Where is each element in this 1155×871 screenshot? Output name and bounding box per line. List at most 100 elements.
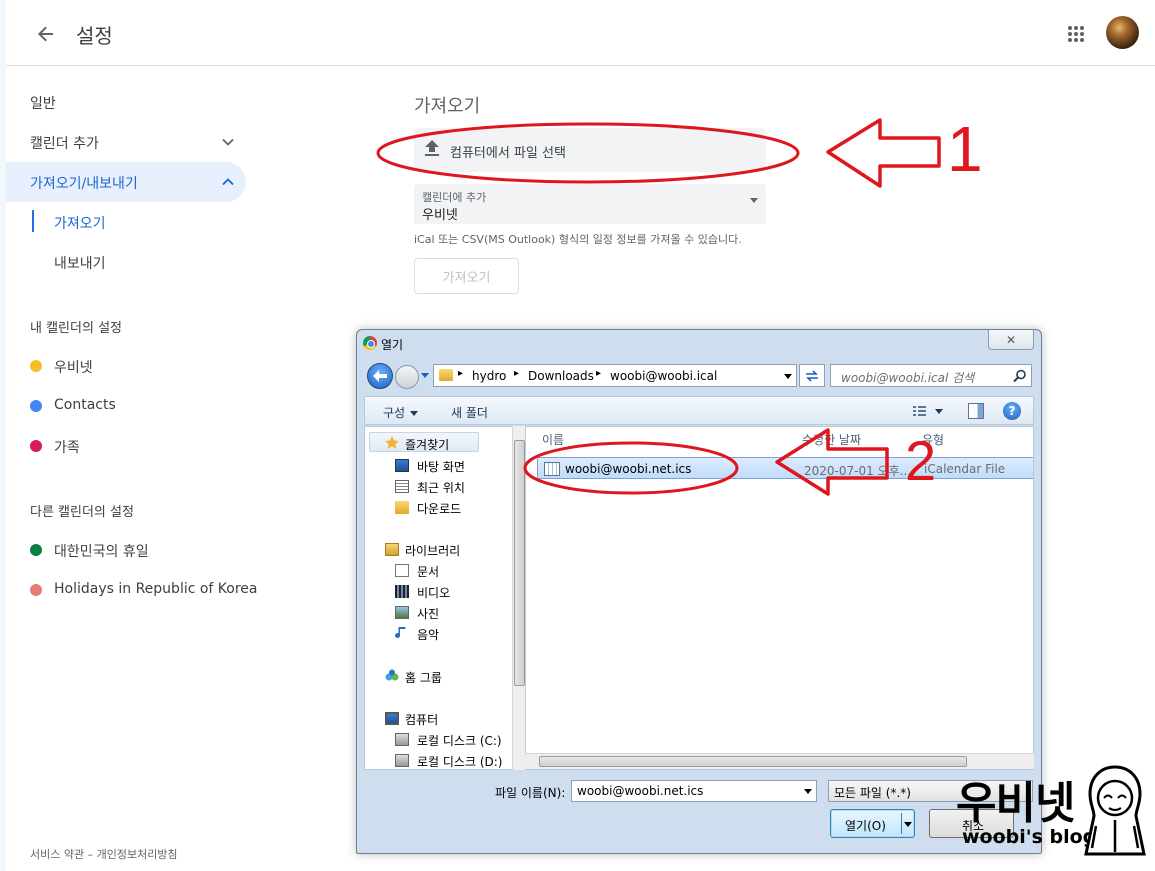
other-calendars-heading: 다른 캘린더의 설정: [30, 505, 134, 520]
refresh-arrows-icon: [806, 369, 818, 382]
address-dropdown-icon[interactable]: [784, 374, 792, 379]
sidebar-calendar-family[interactable]: 가족: [54, 437, 80, 457]
open-file-dialog: 열기 ✕ ▸ hydro ▸ Downloads ▸ woobi@woobi.i…: [356, 329, 1042, 854]
tree-drive-c[interactable]: 로컬 디스크 (C:): [417, 732, 502, 749]
view-options-icon[interactable]: [911, 403, 945, 419]
nav-scrollbar-thumb[interactable]: [514, 440, 525, 686]
sidebar-calendar-woobinet[interactable]: 우비넷: [54, 357, 93, 377]
breadcrumb-hydro[interactable]: hydro: [472, 369, 506, 383]
chevron-down-icon[interactable]: [904, 822, 912, 827]
file-name: woobi@woobi.net.ics: [565, 462, 692, 476]
add-to-calendar-label: 캘린더에 추가: [422, 191, 487, 204]
upload-icon: [425, 140, 439, 156]
organize-label: 구성: [383, 406, 406, 420]
open-button-label: 열기(O): [845, 819, 886, 833]
sidebar-subitem-export[interactable]: 내보내기: [54, 253, 106, 273]
active-subitem-indicator: [32, 210, 34, 232]
open-button[interactable]: 열기(O): [830, 809, 915, 838]
sidebar-item-general[interactable]: 일반: [30, 93, 56, 113]
file-type: iCalendar File: [924, 462, 1006, 476]
file-date: 2020-07-01 오후...: [804, 464, 912, 478]
add-to-calendar-select[interactable]: 캘린더에 추가 우비넷: [414, 184, 766, 224]
chrome-icon: [363, 336, 377, 350]
avatar[interactable]: [1106, 16, 1139, 49]
sidebar-calendar-contacts[interactable]: Contacts: [54, 397, 116, 413]
left-edge-strip: [0, 0, 6, 871]
file-row[interactable]: woobi@woobi.net.ics 2020-07-01 오후... iCa…: [537, 457, 1033, 479]
select-file-button[interactable]: 컴퓨터에서 파일 선택: [414, 128, 766, 172]
back-arrow-icon[interactable]: [30, 18, 62, 50]
tree-music[interactable]: 음악: [417, 626, 439, 643]
music-icon: [395, 627, 406, 638]
apps-grid-icon[interactable]: [1064, 22, 1088, 46]
tree-homegroup[interactable]: 홈 그룹: [405, 669, 442, 686]
back-arrow-icon: [373, 370, 387, 382]
sidebar-calendar-holidays-en[interactable]: Holidays in Republic of Korea: [54, 581, 258, 597]
tree-videos[interactable]: 비디오: [417, 584, 450, 601]
watermark-title: 우비넷: [956, 778, 1075, 829]
tree-pictures[interactable]: 사진: [417, 605, 439, 622]
annotation-number-2: 2: [905, 429, 937, 492]
dialog-title: 열기: [381, 338, 404, 352]
file-list-scrollbar-thumb[interactable]: [539, 756, 967, 767]
nav-scrollbar[interactable]: [512, 426, 526, 770]
new-folder-button[interactable]: 새 폴더: [451, 404, 488, 421]
filename-label: 파일 이름(N):: [495, 786, 566, 800]
downloads-folder-icon: [395, 501, 409, 514]
filename-dropdown-icon[interactable]: [804, 789, 812, 794]
page-title: 설정: [76, 24, 113, 48]
recent-places-icon: [395, 480, 409, 493]
filename-value: woobi@woobi.net.ics: [577, 784, 704, 798]
drive-c-icon: [395, 733, 409, 746]
annotation-number-1: 1: [947, 113, 983, 185]
refresh-button[interactable]: [799, 364, 825, 387]
search-icon[interactable]: [1013, 369, 1027, 383]
section-title: 가져오기: [414, 96, 481, 117]
sidebar-calendar-kr-holidays[interactable]: 대한민국의 휴일: [54, 541, 149, 561]
column-header-name[interactable]: 이름: [542, 431, 564, 448]
watermark-subtitle: woobi's blog: [962, 826, 1097, 848]
tree-documents[interactable]: 문서: [417, 563, 439, 580]
import-button[interactable]: 가져오기: [414, 258, 519, 294]
breadcrumb-separator-icon: ▸: [596, 368, 602, 379]
filename-input[interactable]: woobi@woobi.net.ics: [571, 780, 817, 802]
close-button[interactable]: ✕: [988, 330, 1034, 350]
preview-pane-icon[interactable]: [968, 403, 984, 419]
videos-icon: [395, 585, 409, 598]
breadcrumb-separator-icon: ▸: [514, 368, 520, 379]
file-list-pane: 이름 수정한 날짜 유형 woobi@woobi.net.ics 2020-07…: [525, 426, 1034, 770]
breadcrumb-current[interactable]: woobi@woobi.ical: [610, 369, 717, 383]
search-placeholder: woobi@woobi.ical 검색: [841, 371, 975, 385]
calendar-color-dot: [30, 584, 42, 596]
tree-drive-d[interactable]: 로컬 디스크 (D:): [417, 753, 502, 769]
breadcrumb-downloads[interactable]: Downloads: [528, 369, 594, 383]
select-file-label: 컴퓨터에서 파일 선택: [450, 146, 566, 161]
tree-downloads[interactable]: 다운로드: [417, 500, 461, 517]
tree-favorites[interactable]: 즐겨찾기: [405, 436, 449, 453]
sidebar-subitem-import[interactable]: 가져오기: [54, 213, 106, 233]
tree-computer[interactable]: 컴퓨터: [405, 711, 438, 728]
forward-button[interactable]: [395, 365, 419, 389]
tree-recent[interactable]: 최근 위치: [417, 479, 465, 496]
sidebar-item-import-export[interactable]: 가져오기/내보내기: [30, 173, 138, 193]
back-button[interactable]: [367, 363, 393, 389]
address-bar[interactable]: ▸ hydro ▸ Downloads ▸ woobi@woobi.ical: [433, 364, 797, 387]
history-dropdown-icon[interactable]: [421, 373, 429, 378]
tree-desktop[interactable]: 바탕 화면: [417, 458, 465, 475]
drive-d-icon: [395, 754, 409, 767]
add-to-calendar-value: 우비넷: [422, 208, 458, 223]
import-helper-text: iCal 또는 CSV(MS Outlook) 형식의 일정 정보를 가져올 수…: [414, 233, 742, 246]
organize-button[interactable]: 구성: [383, 404, 419, 421]
split-divider: [901, 813, 902, 834]
breadcrumb-separator-icon: ▸: [458, 368, 464, 379]
chevron-down-icon[interactable]: [220, 134, 236, 150]
search-input[interactable]: woobi@woobi.ical 검색: [830, 364, 1032, 387]
chevron-up-icon[interactable]: [220, 174, 236, 190]
sidebar-item-add-calendar[interactable]: 캘린더 추가: [30, 133, 99, 153]
desktop-icon: [395, 459, 409, 472]
tree-libraries[interactable]: 라이브러리: [405, 542, 460, 559]
libraries-icon: [385, 543, 399, 556]
help-icon[interactable]: ?: [1003, 402, 1021, 420]
footer-links[interactable]: 서비스 약관 – 개인정보처리방침: [30, 846, 178, 862]
column-header-date[interactable]: 수정한 날짜: [802, 431, 861, 448]
